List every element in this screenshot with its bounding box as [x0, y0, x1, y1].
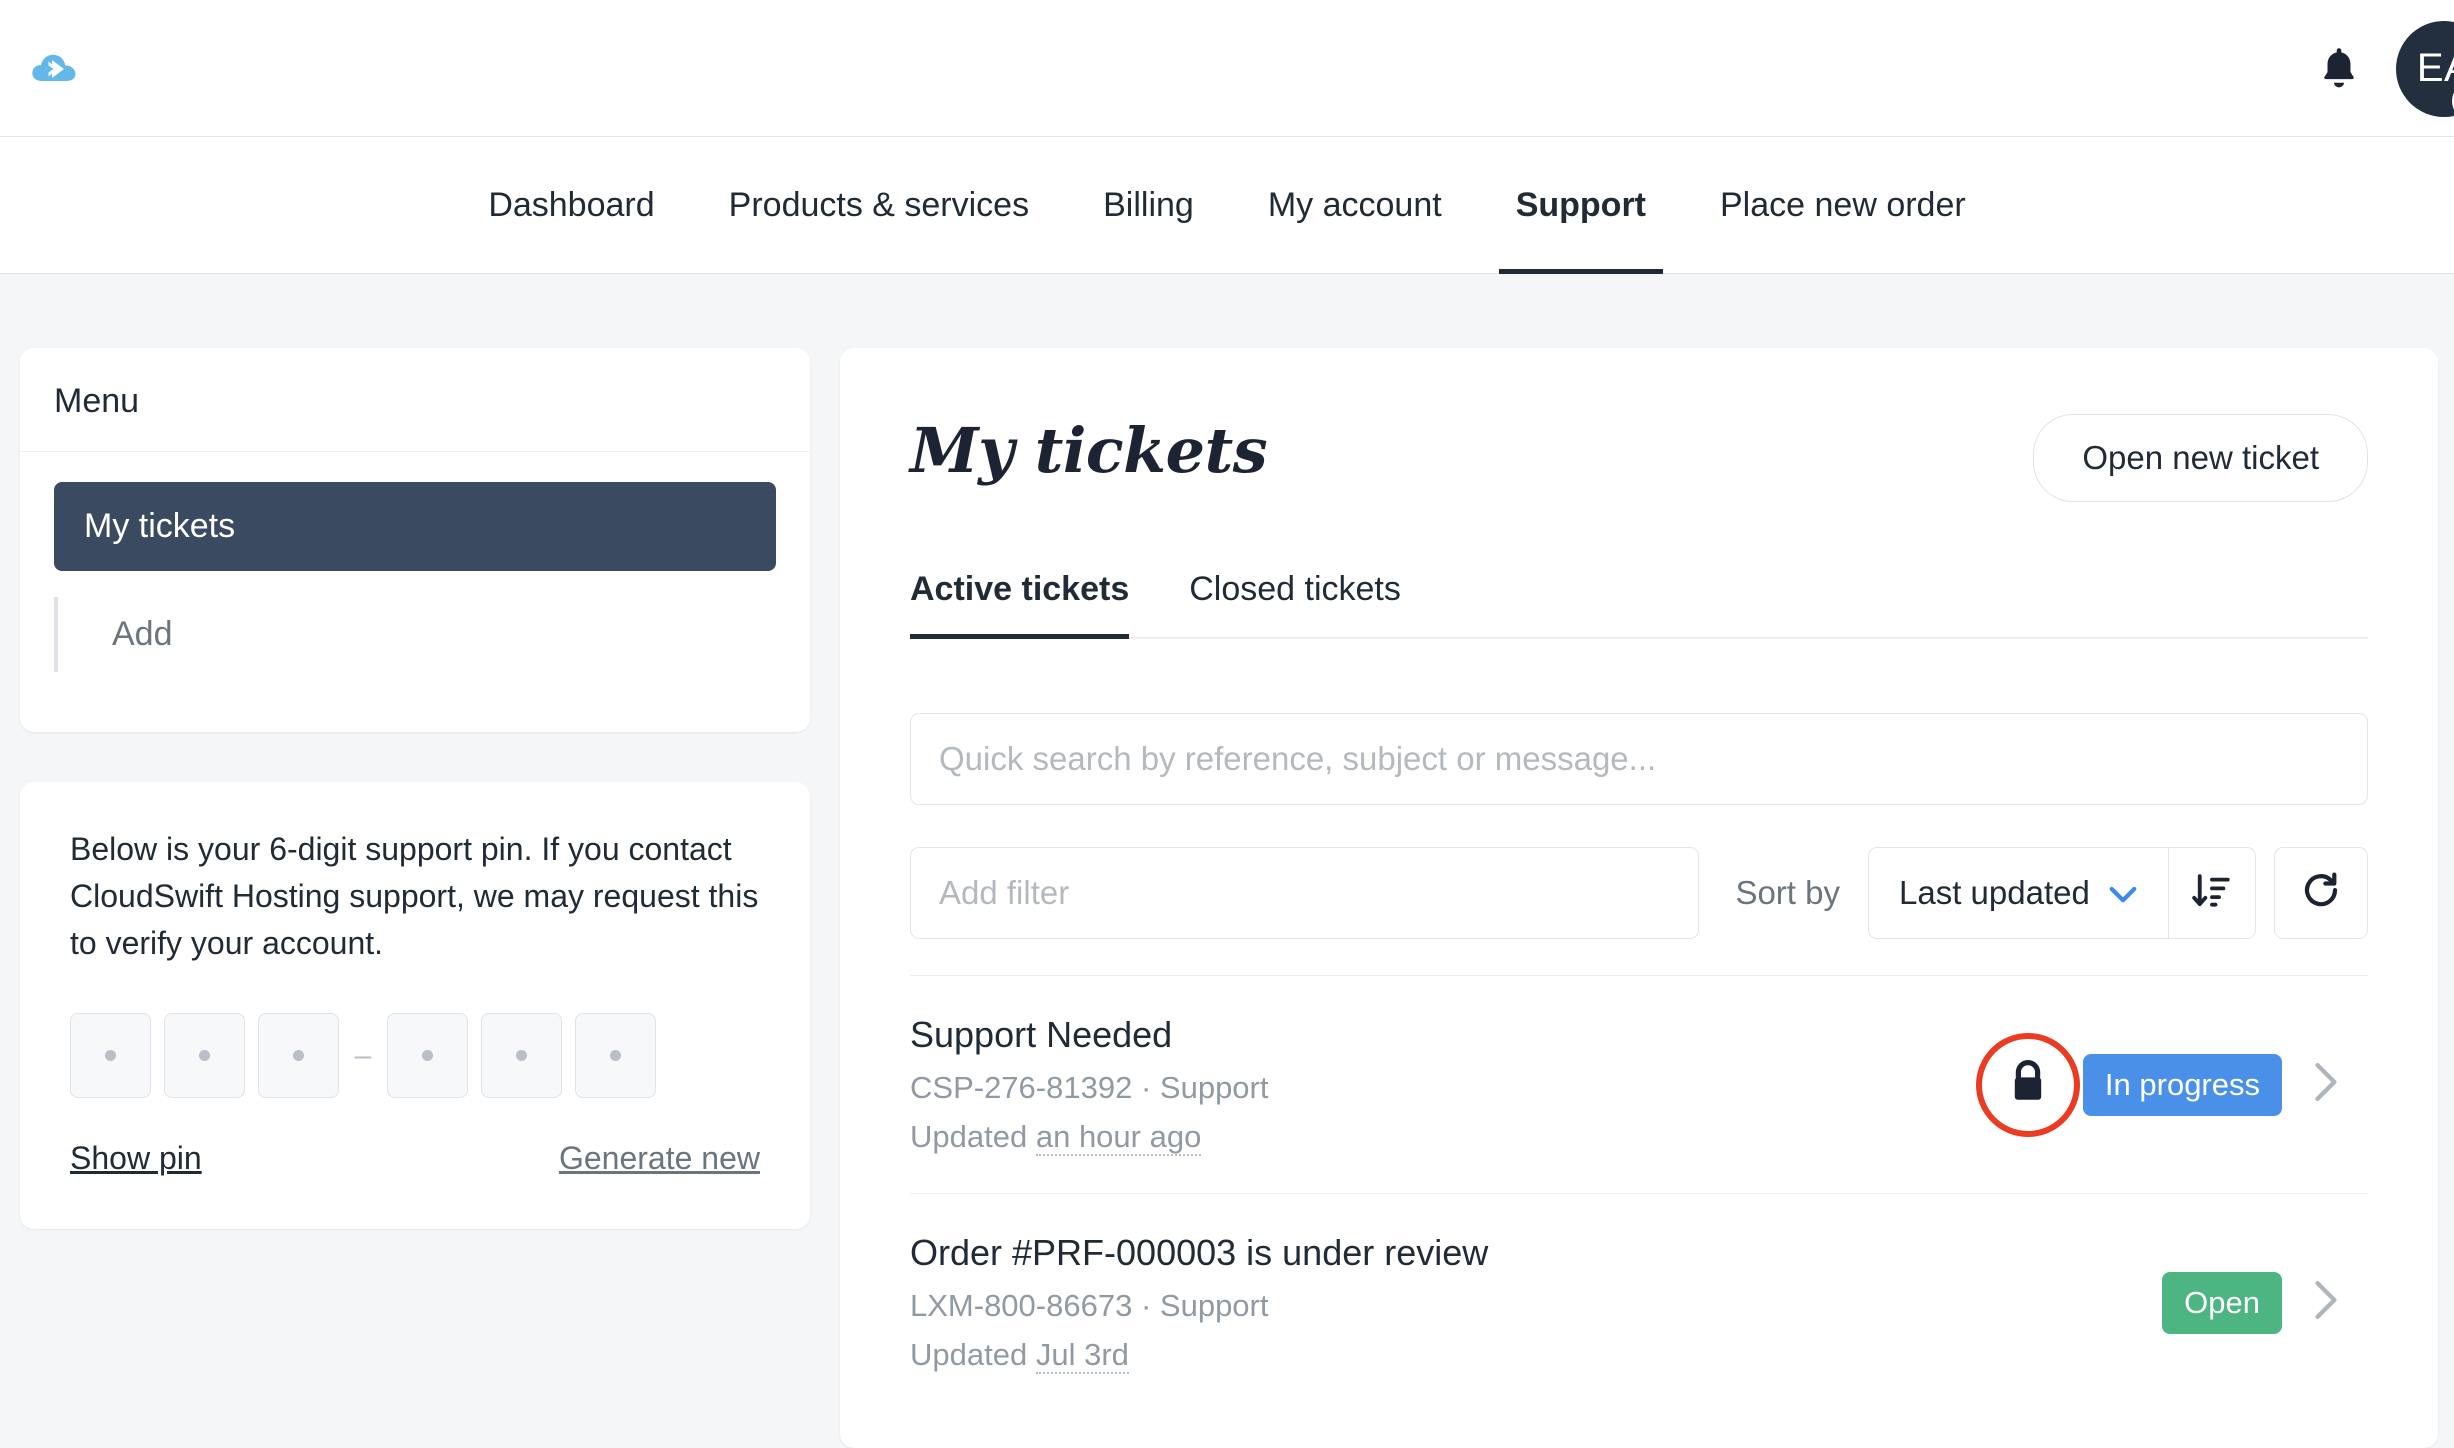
menu-card: Menu My tickets Add — [20, 348, 810, 732]
support-pin-card: Below is your 6-digit support pin. If yo… — [20, 782, 810, 1230]
tab-active-tickets[interactable]: Active tickets — [910, 570, 1130, 639]
sidebar-item-my-tickets[interactable]: My tickets — [54, 482, 776, 571]
show-pin-link[interactable]: Show pin — [70, 1140, 202, 1177]
pin-dot — [199, 1050, 210, 1062]
ticket-updated: Updated Jul 3rd — [910, 1337, 2052, 1374]
ticket-subject: Support Needed — [910, 1014, 1173, 1055]
ticket-meta: LXM-800-86673 · Support — [910, 1288, 2052, 1324]
pin-digit-3[interactable] — [258, 1013, 339, 1099]
ticket-updated: Updated an hour ago — [910, 1119, 1973, 1156]
support-pin-description: Below is your 6-digit support pin. If yo… — [70, 831, 759, 962]
lock-icon — [2008, 1059, 2048, 1110]
nav-item-products-services[interactable]: Products & services — [692, 137, 1066, 274]
support-pin-actions: Show pin Generate new — [70, 1140, 760, 1177]
ticket-updated-value: an hour ago — [1035, 1119, 1202, 1156]
pin-digit-2[interactable] — [164, 1013, 245, 1099]
ticket-reference: CSP-276-81392 — [910, 1070, 1133, 1105]
ticket-details: Order #PRF-000003 is under review LXM-80… — [910, 1232, 2052, 1374]
tickets-list: Support Needed CSP-276-81392 · Support U… — [910, 975, 2368, 1411]
sort-controls: Last updated — [1867, 847, 2257, 939]
generate-new-pin-link[interactable]: Generate new — [559, 1140, 760, 1177]
ticket-updated-prefix: Updated — [910, 1337, 1028, 1372]
menu-items: My tickets Add — [20, 452, 810, 732]
nav-item-dashboard[interactable]: Dashboard — [451, 137, 691, 274]
notifications-button[interactable] — [2312, 42, 2366, 96]
ticket-lock-slot — [1973, 1032, 2083, 1137]
tickets-tabs: Active tickets Closed tickets — [910, 570, 2368, 639]
nav-item-place-new-order[interactable]: Place new order — [1683, 137, 2003, 274]
sort-by-select[interactable]: Last updated — [1869, 848, 2168, 938]
pin-dot — [610, 1050, 621, 1062]
pin-digit-4[interactable] — [387, 1013, 468, 1099]
ticket-open-chevron[interactable] — [2282, 1059, 2368, 1110]
ticket-subject: Order #PRF-000003 is under review — [910, 1232, 1489, 1273]
ticket-row[interactable]: Order #PRF-000003 is under review LXM-80… — [910, 1193, 2368, 1411]
refresh-button[interactable] — [2274, 847, 2368, 939]
nav-item-support[interactable]: Support — [1479, 137, 1683, 274]
sort-by-label: Sort by — [1735, 874, 1840, 911]
ticket-row[interactable]: Support Needed CSP-276-81392 · Support U… — [910, 975, 2368, 1193]
bell-icon — [2324, 47, 2354, 87]
support-pin-display: – — [70, 1013, 760, 1099]
meta-separator: · — [1140, 1288, 1152, 1323]
sidebar-item-add[interactable]: Add — [112, 615, 776, 654]
sort-descending-icon — [2191, 870, 2233, 917]
status-badge: Open — [2162, 1271, 2282, 1334]
chevron-right-icon — [2310, 1059, 2340, 1110]
pin-dot — [105, 1050, 116, 1062]
page-title: My tickets — [910, 414, 1268, 487]
page-body: Menu My tickets Add Below is your 6-digi… — [0, 274, 2454, 1448]
avatar: EA — [2396, 20, 2454, 117]
top-bar: EA — [0, 0, 2454, 137]
sort-direction-button[interactable] — [2167, 848, 2255, 938]
status-badge: In progress — [2082, 1053, 2282, 1116]
pin-digit-5[interactable] — [481, 1013, 562, 1099]
sidebar: Menu My tickets Add Below is your 6-digi… — [20, 348, 810, 1230]
meta-separator: · — [1140, 1070, 1152, 1105]
chevron-right-icon — [2310, 1277, 2340, 1328]
tickets-panel-header: My tickets Open new ticket — [910, 414, 2368, 502]
pin-dot — [422, 1050, 433, 1062]
sort-by-selected-value: Last updated — [1898, 874, 2090, 911]
pin-digit-1[interactable] — [70, 1013, 151, 1099]
ticket-reference: LXM-800-86673 — [910, 1288, 1133, 1323]
ticket-department: Support — [1159, 1070, 1269, 1105]
cloud-arrow-logo-icon[interactable] — [30, 48, 78, 88]
tickets-panel: My tickets Open new ticket Active ticket… — [840, 348, 2438, 1448]
pin-dot — [516, 1050, 527, 1062]
search-input[interactable] — [910, 713, 2368, 805]
ticket-meta: CSP-276-81392 · Support — [910, 1070, 1973, 1106]
main-navigation: Dashboard Products & services Billing My… — [0, 137, 2454, 274]
sidebar-subitems: Add — [54, 597, 776, 672]
chevron-down-icon — [2108, 874, 2138, 912]
ticket-updated-prefix: Updated — [910, 1119, 1028, 1154]
ticket-status-area: In progress — [1973, 1032, 2368, 1137]
account-menu-button[interactable]: EA — [2396, 20, 2454, 121]
open-new-ticket-button[interactable]: Open new ticket — [2033, 414, 2368, 502]
refresh-icon — [2300, 870, 2342, 917]
ticket-updated-value: Jul 3rd — [1035, 1337, 1129, 1374]
pin-separator: – — [354, 1038, 372, 1072]
menu-title: Menu — [20, 348, 810, 452]
ticket-department: Support — [1159, 1288, 1269, 1323]
pin-digit-6[interactable] — [575, 1013, 656, 1099]
ticket-details: Support Needed CSP-276-81392 · Support U… — [910, 1014, 1973, 1156]
nav-item-billing[interactable]: Billing — [1066, 137, 1231, 274]
tab-closed-tickets[interactable]: Closed tickets — [1189, 570, 1401, 637]
nav-item-my-account[interactable]: My account — [1231, 137, 1479, 274]
add-filter-input[interactable] — [910, 847, 1700, 939]
ticket-status-area: Open — [2052, 1271, 2368, 1334]
pin-dot — [293, 1050, 304, 1062]
ticket-open-chevron[interactable] — [2282, 1277, 2368, 1328]
top-bar-actions: EA — [2312, 0, 2454, 137]
filter-sort-row: Sort by Last updated — [910, 847, 2368, 939]
